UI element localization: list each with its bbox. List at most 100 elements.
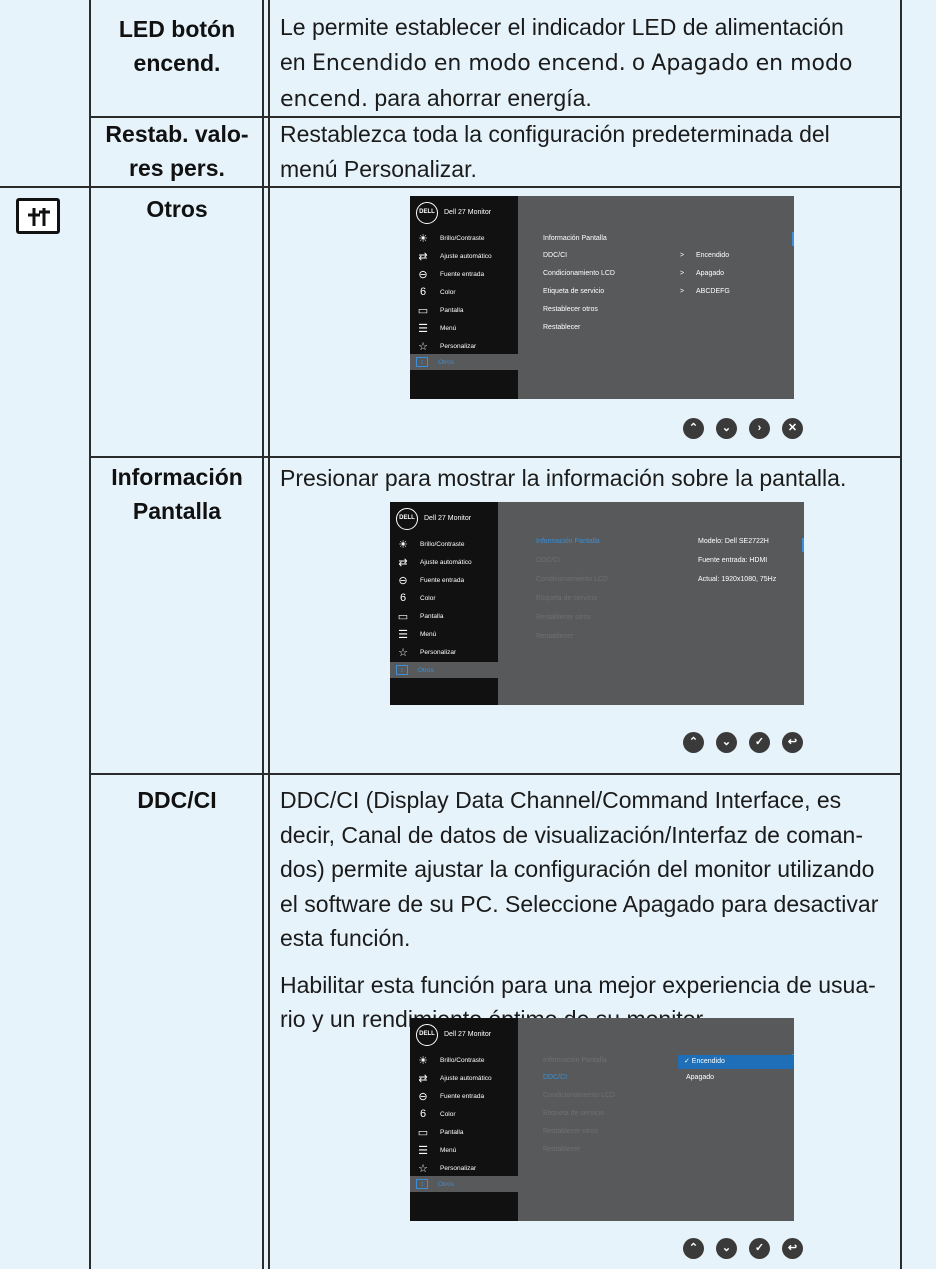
osd-menu-others: ↕ Otros: [410, 354, 518, 370]
osd-menu-footer: [390, 682, 498, 705]
check-icon[interactable]: ✓: [749, 732, 770, 753]
osd-scrollbar: [792, 232, 794, 246]
display-icon: ▭: [417, 304, 429, 317]
osd-value-lcd: > Apagado: [680, 270, 725, 277]
close-icon[interactable]: ✕: [782, 418, 803, 439]
auto-adjust-icon: ⇄: [418, 1072, 428, 1085]
osd-title: Dell 27 Monitor: [424, 515, 472, 522]
osd-sub-lcd: Condicionamiento LCD: [543, 270, 615, 277]
osd-title: Dell 27 Monitor: [444, 209, 492, 216]
osd-sub-ddc: DDC/CI: [543, 1074, 568, 1081]
dell-logo: DELL: [396, 508, 418, 530]
osd-menu-others: ↕ Otros: [390, 662, 498, 678]
osd-sub-info: Información Pantalla: [536, 538, 600, 545]
label-info-pantalla: Información Pantalla: [111, 464, 243, 524]
osd-menu-footer: [410, 1196, 518, 1221]
column-divider-2: [262, 0, 264, 1269]
sliders-icon: ↕: [396, 665, 408, 675]
menu-icon: ☰: [418, 322, 428, 335]
osd-menu-display: ▭ Pantalla: [397, 610, 444, 623]
osd-option-encendido[interactable]: ✓ Encendido: [678, 1055, 794, 1069]
desc-restab-valores: Restablezca toda la configuración predet…: [280, 121, 830, 182]
column-divider-4: [900, 0, 902, 1269]
osd-option-apagado[interactable]: Apagado: [686, 1074, 714, 1081]
osd-sub-service-tag: Etiqueta de servicio: [543, 1110, 605, 1117]
osd-sub-service-tag: Etiqueta de servicio: [536, 595, 598, 602]
back-icon[interactable]: ↩: [782, 732, 803, 753]
up-icon[interactable]: ⌃: [683, 1238, 704, 1259]
sun-icon: ☀: [418, 232, 428, 245]
osd-info-model: Modelo: Dell SE2722H: [698, 538, 769, 545]
input-icon: ⊖: [418, 268, 428, 281]
osd-menu-personalize: ☆ Personalizar: [416, 338, 518, 354]
osd-nav-buttons: ⌃ ⌄ ✓ ↩: [683, 732, 803, 753]
osd-scrollbar: [802, 538, 804, 552]
down-icon[interactable]: ⌄: [716, 1238, 737, 1259]
down-icon[interactable]: ⌄: [716, 418, 737, 439]
osd-value-ddc: > Encendido: [680, 252, 730, 259]
osd-info-input: Fuente entrada: HDMI: [698, 557, 768, 564]
label-otros: Otros: [146, 196, 208, 222]
osd-menu-personalize: ☆ Personalizar: [416, 1160, 518, 1176]
down-icon[interactable]: ⌄: [716, 732, 737, 753]
up-icon[interactable]: ⌃: [683, 732, 704, 753]
row-divider: [89, 456, 900, 458]
osd-menu-menu: ☰ Menú: [396, 626, 498, 642]
auto-adjust-icon: ⇄: [418, 250, 428, 263]
osd-sub-info: Información Pantalla: [543, 1057, 607, 1064]
osd-sub-lcd: Condicionamiento LCD: [536, 576, 608, 583]
osd-menu-auto-adjust: ⇄ Ajuste automático: [396, 554, 498, 570]
row-divider: [0, 186, 900, 188]
dell-logo: DELL: [416, 202, 438, 224]
osd-sub-reset: Restablecer: [543, 1146, 581, 1153]
desc-ddc-ci: DDC/CI (Display Data Channel/Command Int…: [280, 787, 879, 1032]
column-divider-3: [268, 0, 270, 1269]
osd-menu-personalize: ☆ Personalizar: [396, 644, 498, 660]
input-icon: ⊖: [418, 1090, 428, 1103]
auto-adjust-icon: ⇄: [398, 556, 408, 569]
osd-nav-buttons: ⌃ ⌄ › ✕: [683, 418, 803, 439]
osd-title: Dell 27 Monitor: [444, 1031, 492, 1038]
right-icon[interactable]: ›: [749, 418, 770, 439]
star-icon: ☆: [418, 340, 428, 353]
column-divider-1: [89, 0, 91, 1269]
check-icon[interactable]: ✓: [749, 1238, 770, 1259]
display-icon: ▭: [417, 1126, 429, 1139]
osd-value-service-tag: > ABCDEFG: [680, 288, 730, 295]
color-icon: 6: [419, 286, 427, 298]
osd-menu-color: 6 Color: [396, 590, 498, 606]
osd-sub-ddc: DDC/CI: [536, 557, 561, 564]
sliders-icon: ↕: [416, 1179, 428, 1189]
menu-icon: ☰: [418, 1144, 428, 1157]
osd-sub-reset-others: Restablecer otros: [543, 306, 598, 313]
osd-sub-info: Información Pantalla: [543, 235, 607, 242]
others-menu-icon: [16, 198, 60, 234]
sun-icon: ☀: [398, 538, 408, 551]
label-led-boton: LED botón encend.: [118, 16, 236, 76]
osd-sub-reset-others: Restablecer otros: [536, 614, 591, 621]
osd-menu-brightness: ☀ Brillo/Contraste: [416, 230, 518, 246]
desc-led-boton: Le permite establecer el indicador LED d…: [280, 14, 853, 112]
osd-menu-input-source: ⊖ Fuente entrada: [416, 1088, 518, 1104]
osd-menu-color: 6 Color: [416, 284, 518, 300]
osd-menu-display: ▭ Pantalla: [417, 1126, 464, 1139]
osd-menu-color: 6 Color: [416, 1106, 518, 1122]
row-divider: [89, 773, 900, 775]
osd-menu-auto-adjust: ⇄ Ajuste automático: [416, 248, 518, 264]
osd-menu-menu: ☰ Menú: [416, 1142, 518, 1158]
osd-sub-reset: Restablecer: [543, 324, 581, 331]
label-restab-valores: Restab. valo- res pers.: [105, 121, 249, 181]
osd-sub-reset: Restablecer: [536, 633, 574, 640]
star-icon: ☆: [398, 646, 408, 659]
display-icon: ▭: [397, 610, 409, 623]
sliders-icon: ↕: [416, 357, 428, 367]
star-icon: ☆: [418, 1162, 428, 1175]
input-icon: ⊖: [398, 574, 408, 587]
back-icon[interactable]: ↩: [782, 1238, 803, 1259]
osd-menu-brightness: ☀ Brillo/Contraste: [396, 536, 498, 552]
osd-ddc-menu: DELL Dell 27 Monitor ☀ Brillo/Contraste ⇄…: [410, 1018, 794, 1221]
up-icon[interactable]: ⌃: [683, 418, 704, 439]
osd-menu-auto-adjust: ⇄ Ajuste automático: [416, 1070, 518, 1086]
osd-sub-reset-others: Restablecer otros: [543, 1128, 598, 1135]
osd-menu-footer: [410, 374, 518, 399]
